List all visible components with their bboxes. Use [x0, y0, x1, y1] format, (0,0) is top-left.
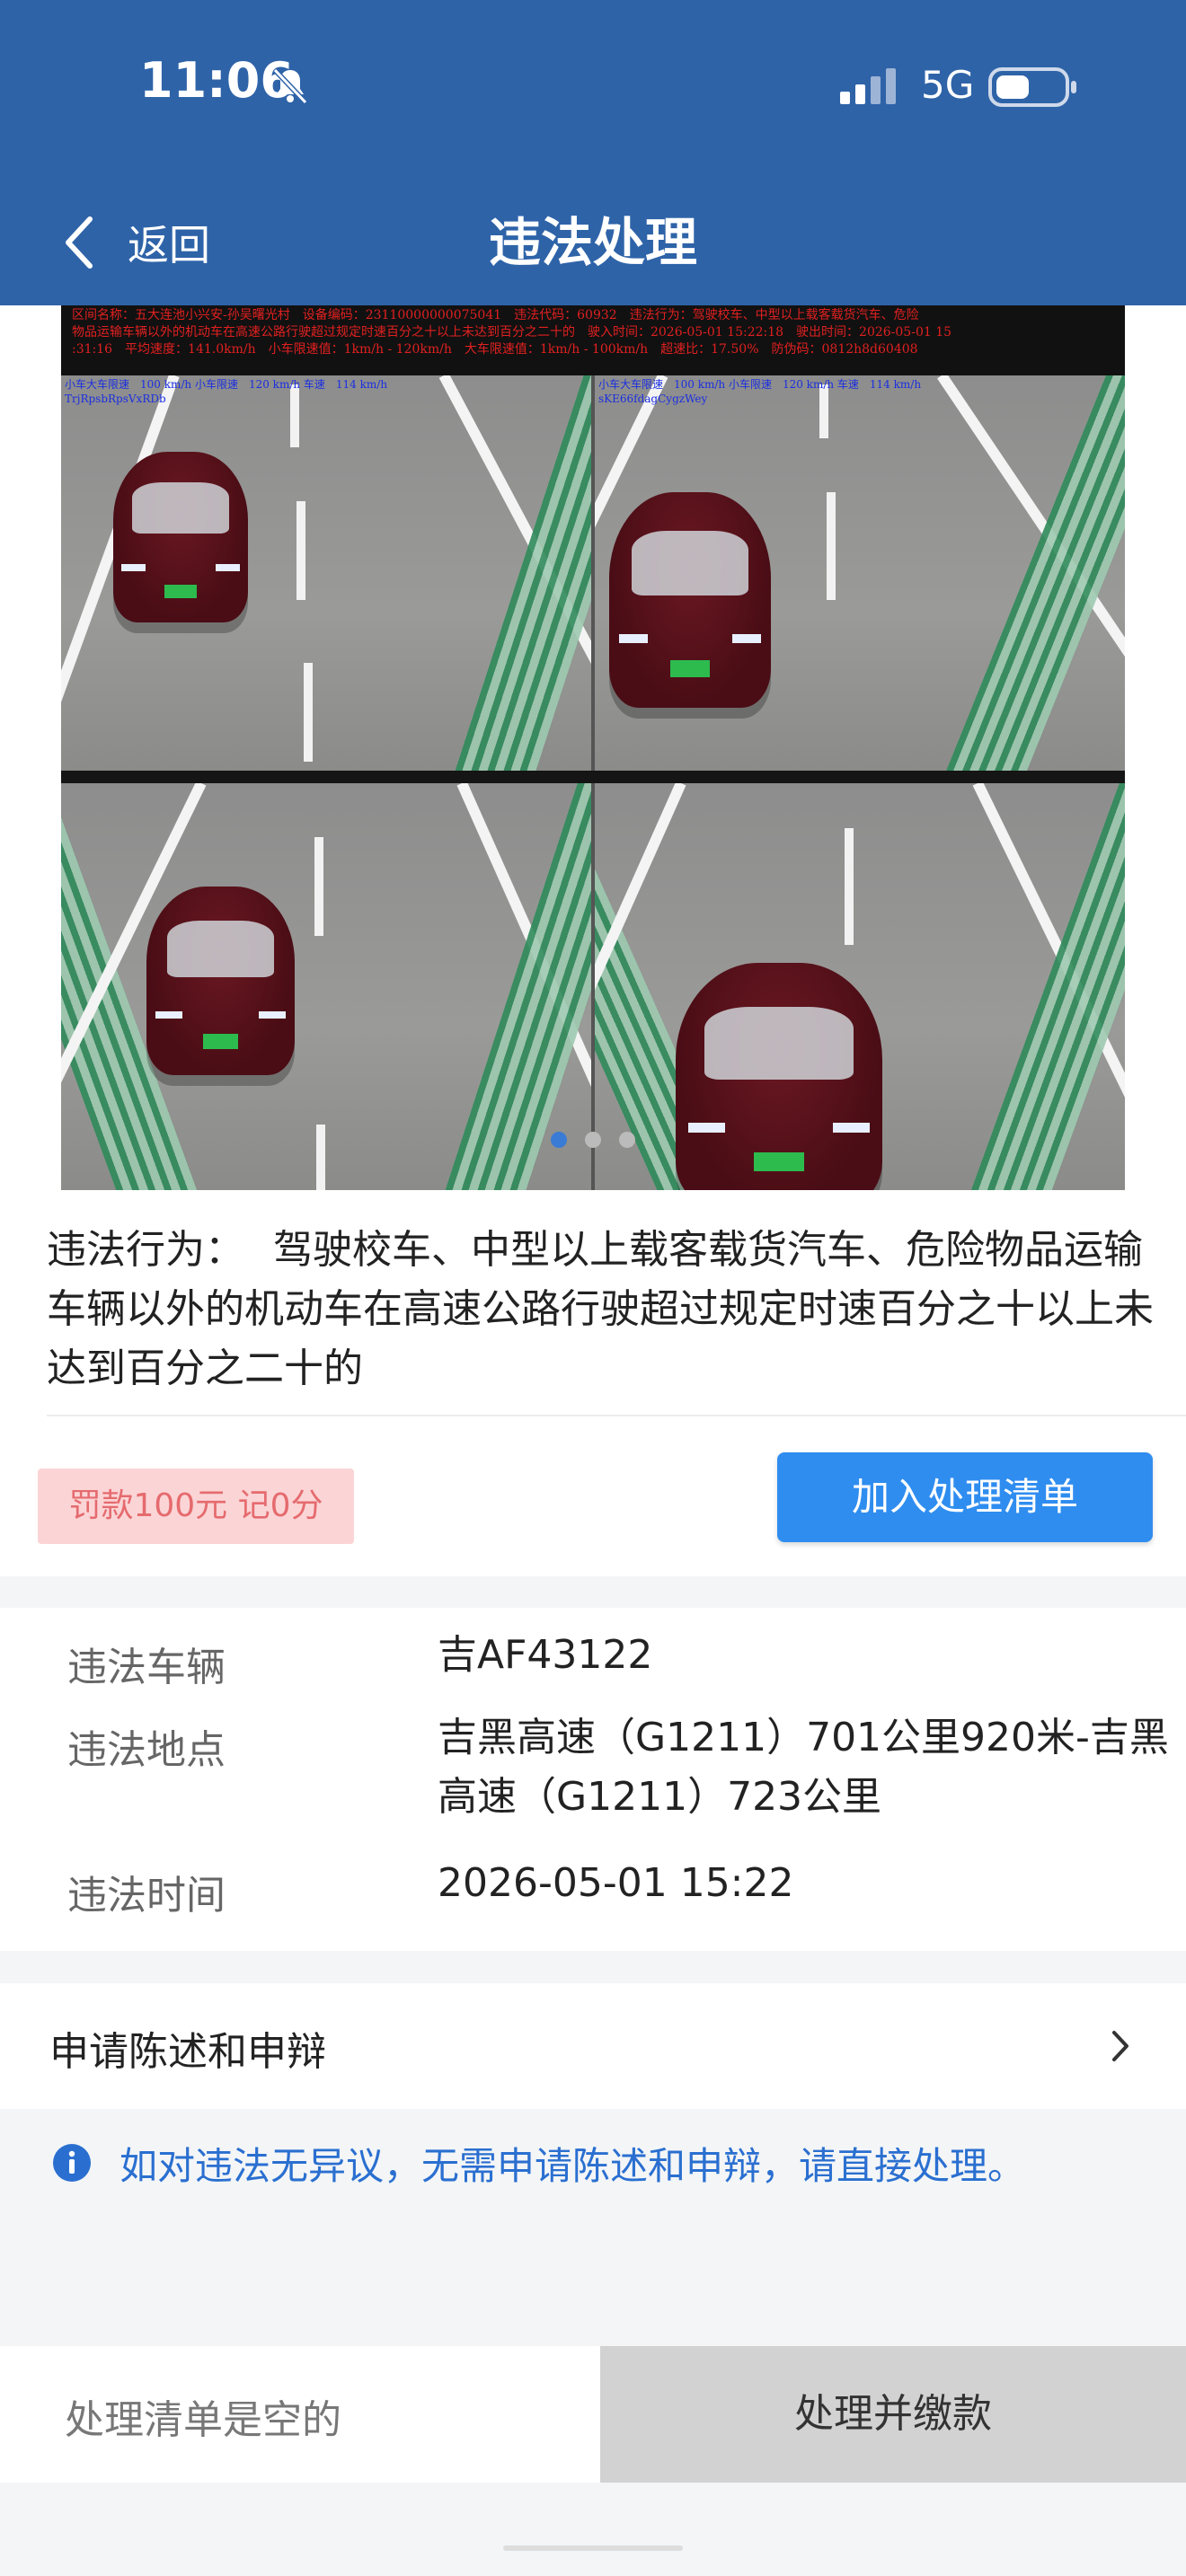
status-bar: 11:06 5G — [0, 0, 1186, 180]
divider — [47, 1415, 1186, 1416]
evidence-photo-carousel[interactable]: 区间名称：五大连池小兴安-孙吴曙光村 设备编码：2311000000007504… — [0, 305, 1186, 1190]
cart-status: 处理清单是空的 — [65, 2397, 341, 2443]
time-value: 2026-05-01 15:22 — [438, 1860, 794, 1906]
time-label: 违法时间 — [67, 1873, 226, 1919]
photo-info-line: 物品运输车辆以外的机动车在高速公路行驶超过规定时速百分之十以上未达到百分之二十的… — [72, 325, 952, 340]
car — [113, 452, 248, 622]
violation-label: 违法行为： — [47, 1227, 244, 1273]
network-type: 5G — [921, 63, 975, 107]
violation-description: 违法行为： 驾驶校车、中型以上载客载货汽车、危险物品运输车辆以外的机动车在高速公… — [47, 1221, 1179, 1398]
page-dot[interactable] — [551, 1132, 567, 1148]
evidence-photo: 区间名称：五大连池小兴安-孙吴曙光村 设备编码：2311000000007504… — [61, 305, 1125, 1190]
location-value: 吉黑高速（G1211）701公里920米-吉黑高速（G1211）723公里 — [438, 1715, 1169, 1820]
appeal-row[interactable]: 申请陈述和申辩 — [0, 1983, 1186, 2109]
notice: 如对违法无异议，无需申请陈述和申辩，请直接处理。 — [0, 2109, 1186, 2226]
cellular-signal-icon — [840, 68, 896, 104]
photo-info-line: :31:16 平均速度：141.0km/h 小车限速值：1km/h - 120k… — [72, 342, 918, 357]
car — [609, 492, 771, 708]
home-indicator — [0, 2483, 1186, 2576]
frame-overlay-text: 小车大车限速 100 km/h 小车限速 120 km/h 车速 114 km/… — [598, 378, 922, 391]
photo-frame-1: 小车大车限速 100 km/h 小车限速 120 km/h 车速 114 km/… — [61, 375, 591, 771]
frame-overlay-text: 小车大车限速 100 km/h 小车限速 120 km/h 车速 114 km/… — [65, 378, 388, 391]
photo-frame-2: 小车大车限速 100 km/h 小车限速 120 km/h 车速 114 km/… — [595, 375, 1125, 771]
appeal-label: 申请陈述和申辩 — [49, 2029, 326, 2075]
bottom-action-bar: 处理清单是空的 处理并缴款 — [0, 2346, 1186, 2483]
page-title: 违法处理 — [488, 212, 697, 273]
photo-info-band: 区间名称：五大连池小兴安-孙吴曙光村 设备编码：2311000000007504… — [61, 305, 1125, 375]
photo-info-line: 区间名称：五大连池小兴安-孙吴曙光村 设备编码：2311000000007504… — [72, 308, 919, 322]
frame-code: sKE66fdagCygzWey — [598, 393, 708, 405]
page-dot[interactable] — [619, 1132, 635, 1148]
violation-details: 违法车辆 吉AF43122 违法地点 吉黑高速（G1211）701公里920米-… — [0, 1608, 1186, 1951]
fine-badge: 罚款100元 记0分 — [38, 1469, 354, 1544]
app-header: 11:06 5G 返回 违法处理 — [0, 0, 1186, 305]
bell-slash-icon — [272, 67, 308, 105]
frame-code: TrjRpsbRpsVxRDb — [65, 393, 166, 405]
info-icon — [53, 2144, 91, 2182]
add-to-list-button[interactable]: 加入处理清单 — [777, 1452, 1153, 1542]
car — [146, 887, 295, 1075]
navigation-bar: 返回 违法处理 — [0, 180, 1186, 305]
location-label: 违法地点 — [67, 1727, 226, 1773]
battery-icon — [988, 67, 1076, 107]
photo-frame-4 — [595, 783, 1125, 1190]
car — [676, 963, 882, 1190]
vehicle-value: 吉AF43122 — [438, 1632, 653, 1678]
carousel-page-indicator — [0, 1132, 1186, 1148]
vehicle-label: 违法车辆 — [67, 1645, 226, 1690]
home-indicator-handle[interactable] — [503, 2545, 683, 2551]
process-and-pay-button[interactable]: 处理并缴款 — [600, 2346, 1186, 2483]
notice-text: 如对违法无异议，无需申请陈述和申辩，请直接处理。 — [119, 2144, 1026, 2188]
chevron-right-icon — [1112, 2031, 1128, 2061]
page-dot[interactable] — [585, 1132, 601, 1148]
violation-section: 违法行为： 驾驶校车、中型以上载客载货汽车、危险物品运输车辆以外的机动车在高速公… — [0, 1190, 1186, 1576]
photo-frame-3 — [61, 783, 591, 1190]
